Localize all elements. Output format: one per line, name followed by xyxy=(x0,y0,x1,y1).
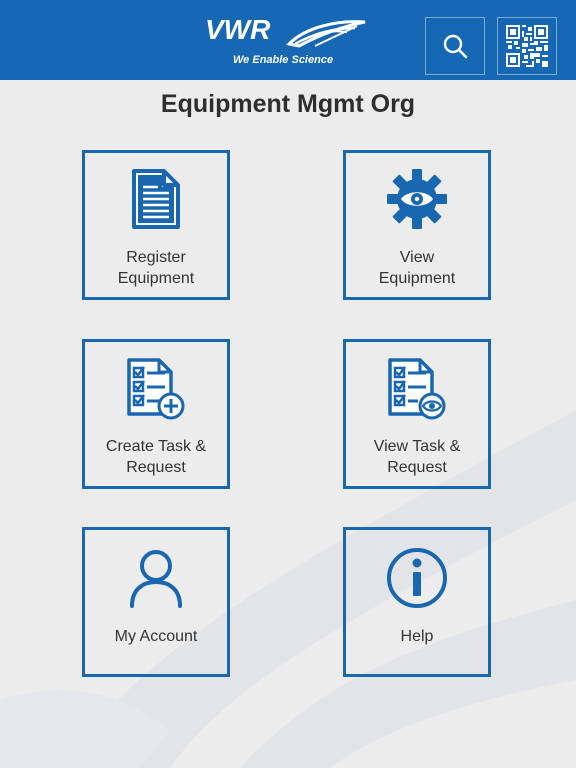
tile-label-line1: View xyxy=(399,249,435,266)
user-icon xyxy=(130,550,182,608)
checklist-add-icon xyxy=(127,358,185,420)
tile-label-line2: Request xyxy=(387,459,447,476)
tile-label-line1: Register xyxy=(126,249,186,266)
tile-label: Register Equipment xyxy=(85,247,227,289)
info-icon xyxy=(387,548,447,608)
tile-label: Create Task & Request xyxy=(85,436,227,478)
checklist-view-icon xyxy=(388,358,446,420)
tile-label-line2: Equipment xyxy=(117,270,195,287)
tile-label-line1: View Task & xyxy=(373,438,461,455)
brand-name: VWR xyxy=(205,14,271,45)
my-account-tile[interactable]: My Account xyxy=(82,527,230,677)
tile-label: View Equipment xyxy=(346,247,488,289)
tile-label: View Task & Request xyxy=(346,436,488,478)
tile-label: Help xyxy=(400,628,434,645)
tile-label-line2: Request xyxy=(126,459,186,476)
tile-label-line2: Equipment xyxy=(378,270,456,287)
view-task-request-tile[interactable]: View Task & Request xyxy=(343,339,491,489)
help-tile[interactable]: Help xyxy=(343,527,491,677)
search-icon xyxy=(443,34,468,59)
view-equipment-tile[interactable]: View Equipment xyxy=(343,150,491,300)
page-title: Equipment Mgmt Org xyxy=(160,90,416,118)
gear-eye-icon xyxy=(387,169,447,229)
logo-swoosh-icon xyxy=(285,20,366,48)
create-task-request-tile[interactable]: Create Task & Request xyxy=(82,339,230,489)
register-equipment-tile[interactable]: Register Equipment xyxy=(82,150,230,300)
qr-code-icon xyxy=(506,25,548,67)
tile-label-line1: Create Task & xyxy=(105,438,207,455)
app-header: VWR We Enable Science xyxy=(0,0,576,80)
vwr-logo: VWR We Enable Science xyxy=(205,14,375,70)
qr-scan-button[interactable] xyxy=(497,17,557,75)
brand-tagline: We Enable Science xyxy=(233,54,334,66)
tile-label: My Account xyxy=(114,628,198,645)
document-icon xyxy=(132,169,180,229)
search-button[interactable] xyxy=(425,17,485,75)
